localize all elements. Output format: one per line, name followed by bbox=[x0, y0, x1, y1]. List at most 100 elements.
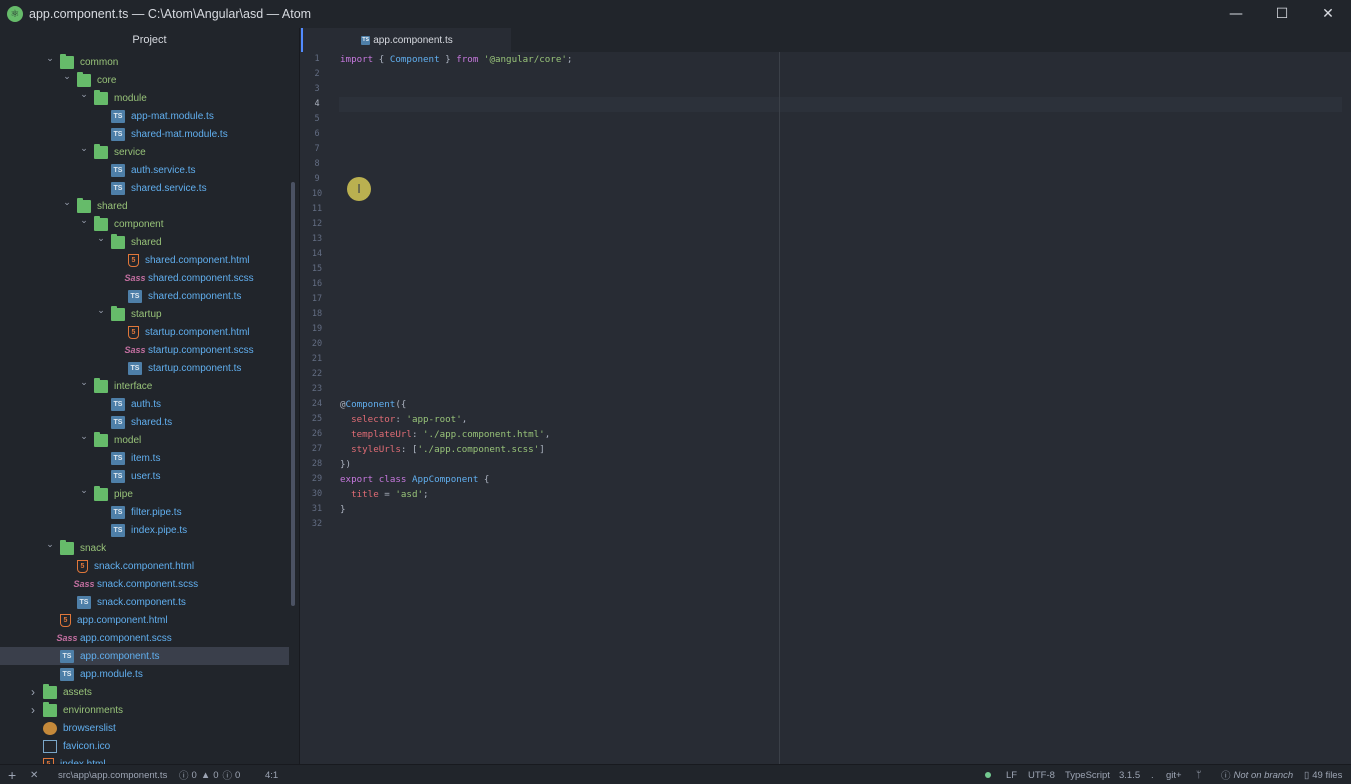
line-number[interactable]: 25 bbox=[301, 412, 333, 427]
chevron-down-icon[interactable]: ⌄ bbox=[95, 305, 107, 323]
tree-folder[interactable]: ⌄ shared bbox=[0, 197, 289, 215]
line-ending[interactable]: LF bbox=[1006, 765, 1017, 784]
chevron-down-icon[interactable]: ⌄ bbox=[78, 89, 90, 107]
line-number[interactable]: 8 bbox=[301, 157, 333, 172]
tree-file[interactable]: TS snack.component.ts bbox=[0, 593, 289, 611]
tree-folder[interactable]: ⌄ component bbox=[0, 215, 289, 233]
code-line[interactable]: selector: 'app-root', bbox=[340, 412, 467, 427]
tree-file[interactable]: Sass startup.component.scss bbox=[0, 341, 289, 359]
line-number[interactable]: 9 bbox=[301, 172, 333, 187]
cursor-position[interactable]: 4:1 bbox=[265, 765, 278, 784]
code-line[interactable]: title = 'asd'; bbox=[340, 487, 429, 502]
file-path[interactable]: src\app\app.component.ts bbox=[58, 765, 167, 784]
tree-file[interactable]: TS shared-mat.module.ts bbox=[0, 125, 289, 143]
encoding[interactable]: UTF-8 bbox=[1028, 765, 1055, 784]
tree-file[interactable]: TS filter.pipe.ts bbox=[0, 503, 289, 521]
tree-folder[interactable]: ⌄ module bbox=[0, 89, 289, 107]
tree-file[interactable]: 5 index.html bbox=[0, 755, 289, 764]
tree-file[interactable]: browserslist bbox=[0, 719, 289, 737]
chevron-down-icon[interactable]: ⌄ bbox=[61, 197, 73, 215]
tree-folder[interactable]: ⌄ common bbox=[0, 53, 289, 71]
line-number[interactable]: 18 bbox=[301, 307, 333, 322]
tree-file[interactable]: 5 startup.component.html bbox=[0, 323, 289, 341]
line-number[interactable]: 27 bbox=[301, 442, 333, 457]
line-number[interactable]: 19 bbox=[301, 322, 333, 337]
tree-file[interactable]: TS app-mat.module.ts bbox=[0, 107, 289, 125]
tree-folder[interactable]: ⌄ startup bbox=[0, 305, 289, 323]
line-number[interactable]: 17 bbox=[301, 292, 333, 307]
tree-file[interactable]: 5 app.component.html bbox=[0, 611, 289, 629]
tree-file[interactable]: TS shared.component.ts bbox=[0, 287, 289, 305]
typescript-version[interactable]: 3.1.5 bbox=[1119, 765, 1140, 784]
line-number[interactable]: 6 bbox=[301, 127, 333, 142]
close-panel-button[interactable]: ✕ bbox=[30, 765, 38, 784]
tree-file[interactable]: 5 snack.component.html bbox=[0, 557, 289, 575]
tree-file[interactable]: TS startup.component.ts bbox=[0, 359, 289, 377]
chevron-down-icon[interactable]: ⌄ bbox=[78, 431, 90, 449]
tree-folder[interactable]: › assets bbox=[0, 683, 289, 701]
tree-file[interactable]: TS shared.ts bbox=[0, 413, 289, 431]
line-number[interactable]: 21 bbox=[301, 352, 333, 367]
tree-folder[interactable]: ⌄ shared bbox=[0, 233, 289, 251]
line-number[interactable]: 13 bbox=[301, 232, 333, 247]
line-number[interactable]: 29 bbox=[301, 472, 333, 487]
line-number[interactable]: 12 bbox=[301, 217, 333, 232]
line-number[interactable]: 26 bbox=[301, 427, 333, 442]
tree-scrollbar[interactable] bbox=[291, 182, 295, 606]
code-line[interactable]: }) bbox=[340, 457, 351, 472]
chevron-down-icon[interactable]: ⌄ bbox=[95, 233, 107, 251]
chevron-down-icon[interactable]: ⌄ bbox=[78, 485, 90, 503]
tab-app-component-ts[interactable]: TS app.component.ts bbox=[301, 28, 511, 52]
line-number[interactable]: 24 bbox=[301, 397, 333, 412]
code-line[interactable]: @Component({ bbox=[340, 397, 406, 412]
tree-file[interactable]: TS app.module.ts bbox=[0, 665, 289, 683]
line-number[interactable]: 3 bbox=[301, 82, 333, 97]
line-number[interactable]: 32 bbox=[301, 517, 333, 532]
minimize-button[interactable]: — bbox=[1213, 0, 1259, 28]
tree-file[interactable]: TS user.ts bbox=[0, 467, 289, 485]
chevron-down-icon[interactable]: ⌄ bbox=[78, 215, 90, 233]
chevron-down-icon[interactable]: ⌄ bbox=[78, 377, 90, 395]
close-window-button[interactable]: ✕ bbox=[1305, 0, 1351, 28]
tree-file[interactable]: Sass app.component.scss bbox=[0, 629, 289, 647]
code-line[interactable]: } bbox=[340, 502, 346, 517]
code-line[interactable]: templateUrl: './app.component.html', bbox=[340, 427, 550, 442]
tree-view-header[interactable]: Project bbox=[0, 28, 299, 52]
tree-file[interactable]: TS auth.service.ts bbox=[0, 161, 289, 179]
maximize-button[interactable]: ☐ bbox=[1259, 0, 1305, 28]
tree-folder[interactable]: ⌄ core bbox=[0, 71, 289, 89]
tree-folder[interactable]: ⌄ snack bbox=[0, 539, 289, 557]
chevron-down-icon[interactable]: ⌄ bbox=[44, 53, 56, 71]
tree-folder[interactable]: ⌄ interface bbox=[0, 377, 289, 395]
line-number[interactable]: 31 bbox=[301, 502, 333, 517]
grammar[interactable]: TypeScript bbox=[1065, 765, 1110, 784]
line-number[interactable]: 28 bbox=[301, 457, 333, 472]
chevron-right-icon[interactable]: › bbox=[27, 683, 39, 701]
tree-file[interactable]: TS shared.service.ts bbox=[0, 179, 289, 197]
diagnostics[interactable]: ⓘ 0 ▲ 0 ⓘ 0 bbox=[179, 765, 240, 784]
tree-file[interactable]: favicon.ico bbox=[0, 737, 289, 755]
line-number[interactable]: 7 bbox=[301, 142, 333, 157]
line-number[interactable]: 5 bbox=[301, 112, 333, 127]
tree-file[interactable]: Sass snack.component.scss bbox=[0, 575, 289, 593]
line-number[interactable]: 23 bbox=[301, 382, 333, 397]
tree-file[interactable]: TS app.component.ts bbox=[0, 647, 289, 665]
tree-folder[interactable]: ⌄ model bbox=[0, 431, 289, 449]
line-number[interactable]: 14 bbox=[301, 247, 333, 262]
chevron-down-icon[interactable]: ⌄ bbox=[44, 539, 56, 557]
code-line[interactable]: import { Component } from '@angular/core… bbox=[340, 52, 572, 67]
line-number[interactable]: 30 bbox=[301, 487, 333, 502]
git-plus[interactable]: git+ bbox=[1166, 765, 1182, 784]
tree-folder[interactable]: ⌄ pipe bbox=[0, 485, 289, 503]
code-line[interactable]: styleUrls: ['./app.component.scss'] bbox=[340, 442, 545, 457]
line-number[interactable]: 22 bbox=[301, 367, 333, 382]
line-number[interactable]: 11 bbox=[301, 202, 333, 217]
chevron-right-icon[interactable]: › bbox=[27, 701, 39, 719]
text-editor[interactable]: 1 2 3 4 5 6 7 8 9 10 11 12 13 14 15 16 17 18 19 20 21 22 23 24 2… bbox=[301, 52, 1351, 764]
tree-file[interactable]: 5 shared.component.html bbox=[0, 251, 289, 269]
line-number[interactable]: 10 bbox=[301, 187, 333, 202]
chevron-down-icon[interactable]: ⌄ bbox=[61, 71, 73, 89]
chevron-down-icon[interactable]: ⌄ bbox=[78, 143, 90, 161]
tree-file[interactable]: TS item.ts bbox=[0, 449, 289, 467]
line-number[interactable]: 20 bbox=[301, 337, 333, 352]
